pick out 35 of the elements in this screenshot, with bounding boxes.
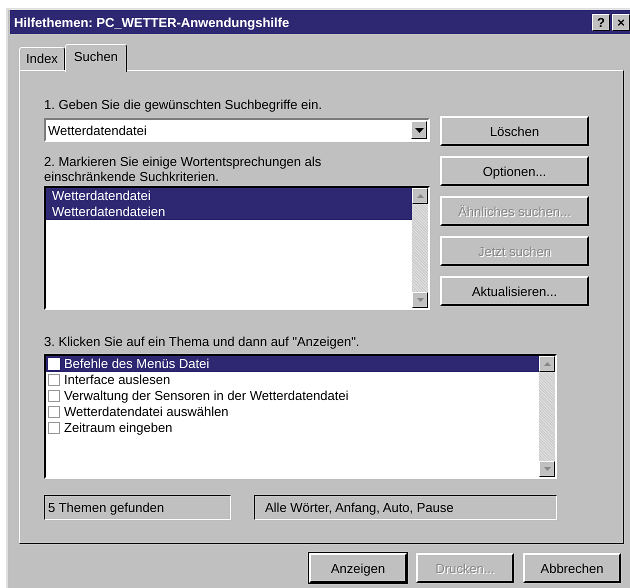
scrollbar[interactable] (539, 356, 555, 477)
topic-item[interactable]: Verwaltung der Sensoren in der Wetterdatendatei (46, 388, 539, 404)
up-arrow-icon (416, 194, 424, 198)
scrollbar[interactable] (412, 188, 428, 308)
title-button[interactable]: × (612, 14, 630, 30)
checkbox[interactable] (48, 422, 60, 434)
word-item[interactable]: Wetterdatendateien (46, 204, 412, 220)
step-label: 1. Geben Sie die gewünschten Suchbegriffe ein. (44, 97, 324, 112)
tab[interactable]: Index (19, 47, 65, 70)
status-field: Alle Wörter, Anfang, Auto, Pause (254, 495, 557, 520)
dialog-button[interactable]: Optionen... (440, 156, 589, 186)
status-field: 5 Themen gefunden (44, 495, 231, 520)
step-label: 3. Klicken Sie auf ein Thema und dann auf "Anzeigen". (44, 334, 360, 349)
caret-icon (414, 128, 424, 132)
topic-item[interactable]: Interface auslesen (46, 372, 539, 388)
dialog-button[interactable]: Aktualisieren... (440, 276, 589, 306)
down-arrow-icon (416, 298, 424, 302)
topic-item[interactable]: Zeitraum eingeben (46, 420, 539, 436)
search-combobox[interactable]: Wetterdatendatei (44, 118, 430, 142)
checkbox[interactable] (48, 406, 60, 418)
tab[interactable]: Suchen (64, 44, 127, 72)
window-title: Hilfethemen: PC_WETTER-Anwendungshilfe (14, 14, 290, 30)
dropdown-button[interactable] (411, 121, 427, 139)
down-arrow-icon (544, 467, 550, 471)
checkbox[interactable] (48, 390, 60, 402)
word-item[interactable]: Wetterdatendatei (46, 188, 412, 204)
topic-item[interactable]: Wetterdatendatei auswählen (46, 404, 539, 420)
dialog-button[interactable]: Abbrechen (523, 553, 621, 583)
title-button[interactable]: ? (592, 14, 610, 30)
topic-item[interactable]: Befehle des Menüs Datei (46, 356, 539, 372)
up-arrow-icon (544, 362, 550, 366)
dialog-button[interactable]: Löschen (440, 116, 589, 146)
dialog-button[interactable]: Anzeigen (309, 553, 407, 583)
step-label: 2. Markieren Sie einige Wortentsprechungen als einschränkende Suchkriterien. (44, 154, 322, 184)
checkbox[interactable] (48, 374, 60, 386)
